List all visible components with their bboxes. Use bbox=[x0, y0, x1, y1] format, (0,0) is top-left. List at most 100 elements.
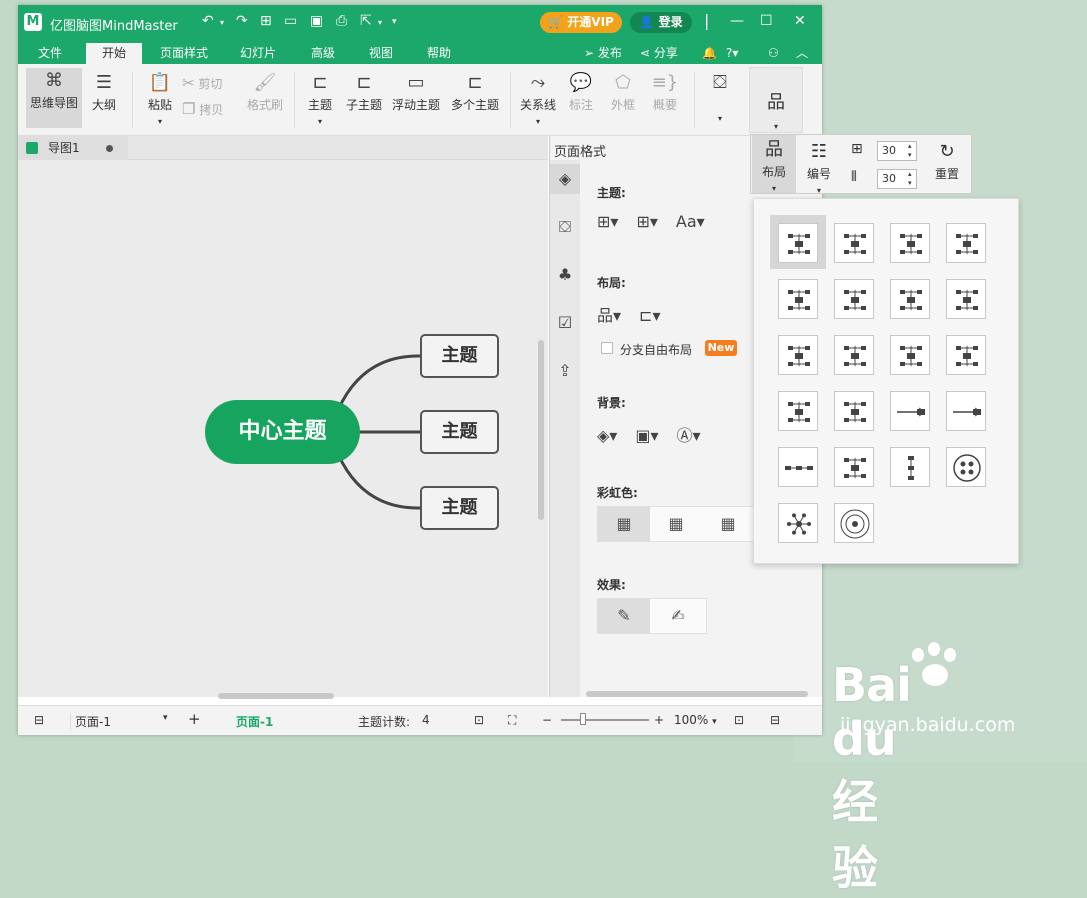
style-icon[interactable]: ⛋ bbox=[550, 212, 580, 242]
fit-page-icon[interactable]: ⊡ bbox=[474, 713, 484, 727]
document-tab[interactable]: 导图1 bbox=[18, 136, 128, 160]
free-layout-checkbox[interactable] bbox=[601, 342, 613, 354]
maximize-icon[interactable]: ☐ bbox=[760, 13, 773, 29]
boundary-button[interactable]: ⬠ 外框 bbox=[606, 70, 640, 113]
hand-drawn-effect-icon[interactable]: ✍ bbox=[652, 599, 704, 633]
undo-icon[interactable]: ↶ bbox=[202, 13, 214, 29]
theme-grid-icon[interactable]: ⊞▾ bbox=[597, 212, 618, 231]
watermark-icon[interactable]: Ⓐ▾ bbox=[677, 426, 701, 445]
open-folder-icon[interactable]: ▭ bbox=[284, 13, 297, 29]
layout-option-18[interactable] bbox=[834, 447, 874, 487]
multiple-topics-button[interactable]: ⊏ 多个主题 bbox=[448, 70, 502, 113]
save-icon[interactable]: ▣ bbox=[310, 13, 323, 29]
zoom-slider[interactable] bbox=[561, 719, 649, 721]
layout-option-11[interactable] bbox=[890, 335, 930, 375]
panel-horizontal-scrollbar[interactable] bbox=[586, 691, 808, 697]
minimize-icon[interactable]: — bbox=[730, 13, 744, 29]
export-dropdown-icon[interactable]: ▾ bbox=[378, 18, 382, 27]
fill-bucket-icon[interactable]: ◈▾ bbox=[597, 426, 617, 445]
vertical-spacing-input[interactable]: 30 bbox=[877, 169, 917, 189]
unsaved-dot-icon[interactable] bbox=[106, 145, 113, 152]
export-icon[interactable]: ⇱ bbox=[360, 13, 372, 29]
cut-button[interactable]: ✂ 剪切 bbox=[182, 74, 238, 92]
page-list-icon[interactable]: ⊟ bbox=[34, 713, 44, 727]
vertical-scrollbar[interactable] bbox=[538, 340, 544, 520]
collapse-ribbon-icon[interactable]: ︿ bbox=[796, 43, 808, 64]
paste-dropdown-icon[interactable]: ▾ bbox=[158, 117, 162, 126]
clover-icon[interactable]: ♣ bbox=[550, 260, 580, 290]
mindmap-canvas[interactable]: 中心主题 主题 主题 主题 bbox=[18, 160, 548, 699]
rainbow-option-3-icon[interactable]: ▦ bbox=[702, 507, 754, 541]
zoom-out-icon[interactable]: − bbox=[542, 713, 552, 727]
help-icon[interactable]: ?▾ bbox=[726, 43, 738, 64]
layout-option-19[interactable] bbox=[890, 447, 930, 487]
outline-view-button[interactable]: ☰ 大纲 bbox=[86, 70, 122, 113]
layout-option-21[interactable] bbox=[778, 503, 818, 543]
publish-button[interactable]: ➢ 发布 bbox=[584, 43, 622, 64]
mindmap-view-button[interactable]: ⌘ 思维导图 bbox=[26, 68, 82, 128]
relationship-dropdown-icon[interactable]: ▾ bbox=[536, 117, 540, 126]
add-topic-button[interactable]: ⊏ 主题 ▾ bbox=[304, 70, 336, 127]
layout-option-20[interactable] bbox=[946, 447, 986, 487]
presentation-icon[interactable]: ⊟ bbox=[770, 713, 780, 727]
topic-node[interactable]: 主题 bbox=[420, 486, 499, 530]
tab-page-style[interactable]: 页面样式 bbox=[152, 43, 216, 64]
print-icon[interactable]: ⎙ bbox=[336, 13, 347, 29]
layout-group-dropdown-icon[interactable]: ▾ bbox=[750, 122, 802, 131]
undo-dropdown-icon[interactable]: ▾ bbox=[220, 18, 224, 27]
layout-option-14[interactable] bbox=[834, 391, 874, 431]
layout-option-17[interactable] bbox=[778, 447, 818, 487]
add-subtopic-button[interactable]: ⊏ 子主题 bbox=[344, 70, 384, 113]
zoom-in-icon[interactable]: + bbox=[654, 713, 664, 727]
page-tab[interactable]: 页面-1 bbox=[236, 713, 273, 730]
share-button[interactable]: ⋖ 分享 bbox=[640, 43, 678, 64]
topic-node[interactable]: 主题 bbox=[420, 334, 499, 378]
fullscreen-icon[interactable]: ⛶ bbox=[508, 713, 516, 728]
layout-option-1[interactable] bbox=[778, 223, 818, 263]
relationship-button[interactable]: ⤳ 关系线 ▾ bbox=[518, 70, 558, 127]
layout-option-5[interactable] bbox=[778, 279, 818, 319]
tab-advanced[interactable]: 高级 bbox=[300, 43, 346, 64]
layout-option-3[interactable] bbox=[890, 223, 930, 263]
bell-icon[interactable]: 🔔 bbox=[702, 43, 717, 64]
floating-topic-button[interactable]: ▭ 浮动主题 bbox=[390, 70, 442, 113]
login-button[interactable]: 👤 登录 bbox=[630, 12, 692, 33]
summary-button[interactable]: ≡} 概要 bbox=[648, 70, 682, 113]
upload-icon[interactable]: ⇪ bbox=[550, 356, 580, 386]
vip-button[interactable]: 🛒 开通VIP bbox=[540, 12, 622, 33]
zoom-level[interactable]: 100% ▾ bbox=[674, 713, 717, 727]
clipart-button[interactable]: ⛋ ▾ bbox=[704, 70, 736, 124]
clipart-dropdown-icon[interactable]: ▾ bbox=[718, 114, 722, 123]
tab-help[interactable]: 帮助 bbox=[416, 43, 462, 64]
new-file-icon[interactable]: ⊞ bbox=[260, 13, 272, 29]
layout-option-16[interactable] bbox=[946, 391, 986, 431]
customize-quick-access-icon[interactable]: ▾ bbox=[392, 17, 397, 27]
layout-group-button[interactable]: 品 ▾ bbox=[749, 67, 803, 133]
layout-option-6[interactable] bbox=[834, 279, 874, 319]
layout-option-13[interactable] bbox=[778, 391, 818, 431]
layout-style-icon[interactable]: 品▾ bbox=[597, 306, 621, 325]
paste-button[interactable]: 📋 粘贴 ▾ bbox=[142, 70, 178, 127]
layout-option-9[interactable] bbox=[778, 335, 818, 375]
layout-option-8[interactable] bbox=[946, 279, 986, 319]
topic-node[interactable]: 主题 bbox=[420, 410, 499, 454]
rainbow-option-1-icon[interactable]: ▦ bbox=[598, 507, 650, 541]
layout-option-22[interactable] bbox=[834, 503, 874, 543]
reset-button[interactable]: ↻ 重置 bbox=[927, 139, 967, 182]
horizontal-spacing-input[interactable]: 30 bbox=[877, 141, 917, 161]
layout-option-4[interactable] bbox=[946, 223, 986, 263]
task-icon[interactable]: ☑ bbox=[550, 308, 580, 338]
tab-file[interactable]: 文件 bbox=[26, 43, 74, 64]
theme-color-icon[interactable]: ⊞▾ bbox=[636, 212, 657, 231]
numbering-button[interactable]: ☷ 编号 ▾ bbox=[799, 139, 839, 196]
layout-option-2[interactable] bbox=[834, 223, 874, 263]
connector-style-icon[interactable]: ⊏▾ bbox=[639, 306, 660, 325]
zoom-slider-handle[interactable] bbox=[580, 713, 586, 725]
layout-option-7[interactable] bbox=[890, 279, 930, 319]
horizontal-scrollbar[interactable] bbox=[218, 693, 334, 699]
format-painter-button[interactable]: 🖌 格式刷 bbox=[244, 70, 286, 113]
fit-window-icon[interactable]: ⊡ bbox=[734, 713, 744, 727]
page-select[interactable]: 页面-1 ▾ bbox=[70, 713, 170, 730]
rainbow-option-2-icon[interactable]: ▦ bbox=[650, 507, 702, 541]
copy-button[interactable]: ❐ 拷贝 bbox=[182, 100, 238, 118]
